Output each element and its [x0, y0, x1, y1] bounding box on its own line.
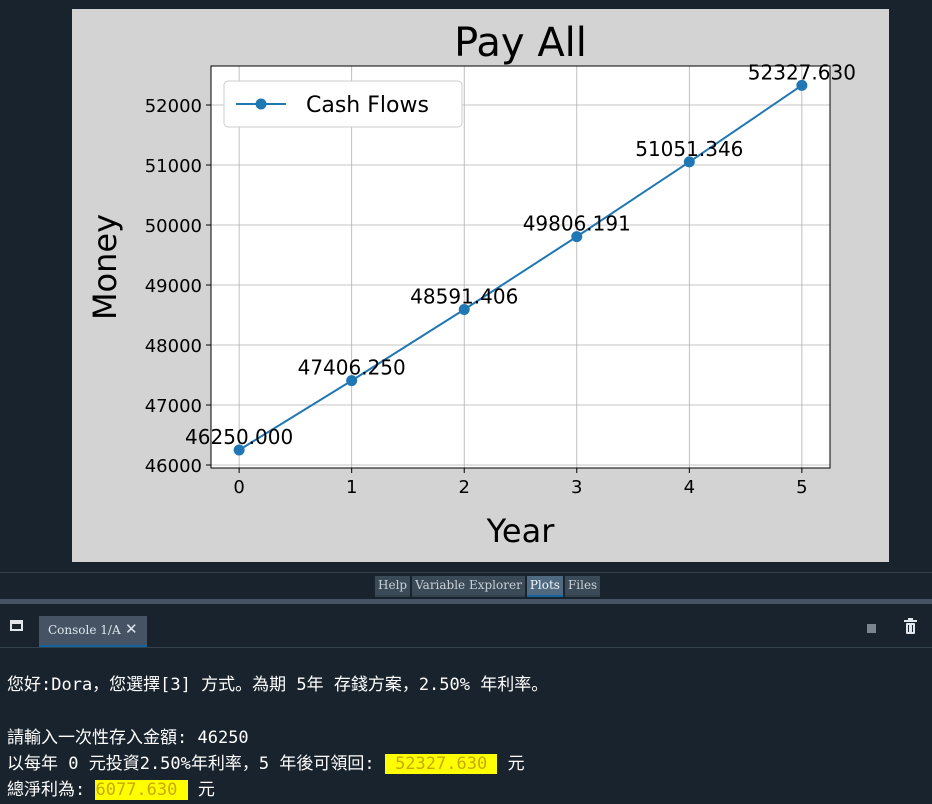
y-tick-label: 49000	[145, 276, 202, 297]
data-label: 48591.406	[410, 285, 518, 309]
data-label: 46250.000	[185, 425, 293, 449]
input-amount: 46250	[197, 728, 249, 748]
x-tick-label: 4	[684, 477, 695, 498]
x-axis-label: Year	[486, 512, 556, 550]
data-label: 47406.250	[298, 356, 406, 380]
close-icon[interactable]: ✕	[125, 620, 138, 638]
y-tick-label: 50000	[145, 216, 202, 237]
console-line-result: 以每年 0 元投資2.50%年利率，5 年後可領回: 52327.630 元	[7, 749, 525, 774]
tab-files[interactable]: Files	[564, 576, 601, 597]
data-label: 51051.346	[635, 137, 743, 161]
y-tick-label: 51000	[145, 156, 202, 177]
y-tick-label: 47000	[145, 396, 202, 417]
x-tick-label: 5	[796, 477, 807, 498]
console-line-input: 請輸入一次性存入金額: 46250	[7, 723, 249, 748]
y-axis-label: Money	[86, 214, 124, 320]
result-unit: 元	[497, 754, 525, 774]
y-tick-label: 52000	[145, 96, 202, 117]
profit-prompt: 總淨利為:	[7, 780, 96, 800]
pane-tab-bar: Help Variable Explorer Plots Files	[0, 572, 932, 600]
console-output[interactable]: 您好:Dora，您選擇[3] 方式。為期 5年 存錢方案，2.50% 年利率。 …	[0, 648, 932, 804]
plots-pane: 0 1 2 3 4 5 46000 47000 48000 49000 50000 51000 5200…	[0, 0, 932, 572]
window-icon[interactable]	[10, 620, 23, 631]
console-line-greeting: 您好:Dora，您選擇[3] 方式。為期 5年 存錢方案，2.50% 年利率。	[7, 675, 549, 695]
console-tab-label: Console 1/A	[48, 623, 121, 637]
cash-flows-chart: 0 1 2 3 4 5 46000 47000 48000 49000 50000 51000 5200…	[86, 20, 856, 550]
x-tick-label: 1	[346, 477, 357, 498]
tab-plots[interactable]: Plots	[526, 576, 563, 597]
tab-console-1a[interactable]: Console 1/A ✕	[39, 616, 147, 647]
result-prompt: 以每年 0 元投資2.50%年利率，5 年後可領回:	[7, 754, 385, 774]
x-tick-label: 3	[571, 477, 582, 498]
trash-icon[interactable]	[904, 618, 917, 634]
console-header: Console 1/A ✕	[0, 604, 932, 648]
final-amount: 52327.630	[384, 754, 498, 774]
console-line-profit: 總淨利為: 6077.630 元	[7, 775, 215, 800]
x-tick-label: 0	[233, 477, 244, 498]
legend-label: Cash Flows	[306, 93, 429, 118]
data-label: 49806.191	[523, 212, 631, 236]
stop-icon[interactable]	[867, 624, 876, 633]
plot-figure[interactable]: 0 1 2 3 4 5 46000 47000 48000 49000 50000 51000 5200…	[72, 9, 889, 562]
x-tick-label: 2	[459, 477, 470, 498]
tab-variable-explorer[interactable]: Variable Explorer	[412, 576, 525, 597]
y-tick-label: 48000	[145, 336, 202, 357]
profit-unit: 元	[187, 780, 215, 800]
legend-marker	[255, 98, 267, 110]
y-tick-label: 46000	[145, 456, 202, 477]
data-label: 52327.630	[748, 60, 856, 84]
tab-help[interactable]: Help	[375, 576, 411, 597]
chart-title: Pay All	[454, 20, 587, 66]
net-profit: 6077.630	[95, 780, 188, 800]
input-prompt: 請輸入一次性存入金額:	[7, 728, 198, 748]
